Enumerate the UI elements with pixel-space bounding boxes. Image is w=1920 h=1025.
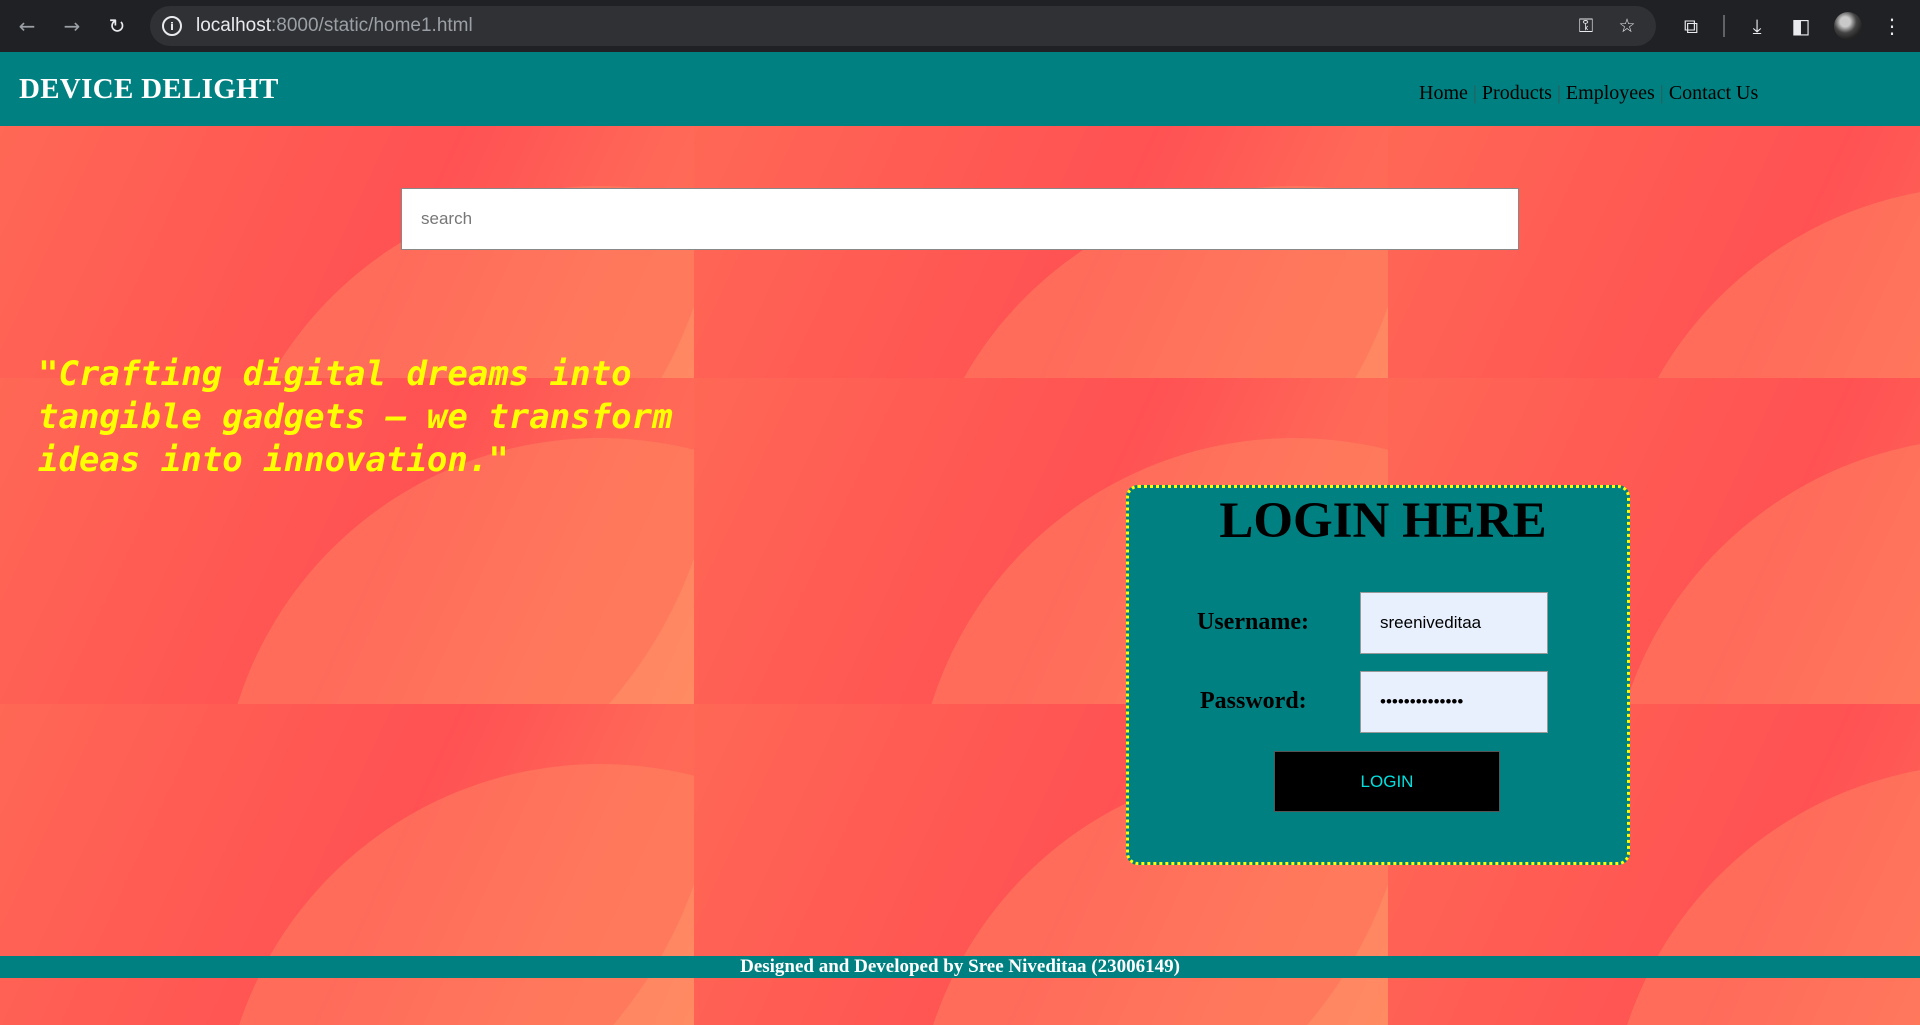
site-footer: Designed and Developed by Sree Niveditaa… (0, 956, 1920, 978)
site-header: DEVICE DELIGHT Home | Products | Employe… (0, 52, 1920, 126)
nav-products-link[interactable]: Products (1482, 82, 1552, 105)
password-field[interactable] (1360, 671, 1548, 733)
info-icon[interactable]: i (162, 16, 182, 36)
nav-separator: | (1556, 82, 1561, 104)
key-icon[interactable]: ⚿ (1574, 14, 1598, 38)
password-label: Password: (1200, 688, 1307, 714)
forward-button[interactable]: → (50, 4, 94, 48)
puzzle-icon[interactable]: ⧉ (1677, 12, 1705, 40)
main-nav: Home | Products | Employees | Contact Us (1419, 82, 1758, 105)
star-icon[interactable]: ☆ (1615, 14, 1639, 38)
nav-separator: | (1472, 82, 1477, 104)
login-button[interactable]: LOGIN (1274, 751, 1500, 812)
brand-title: DEVICE DELIGHT (19, 73, 279, 105)
download-icon[interactable]: ⤓ (1743, 12, 1771, 40)
nav-employees-link[interactable]: Employees (1566, 82, 1655, 105)
browser-toolbar: ← → ↻ i localhost:8000/static/home1.html… (0, 0, 1920, 52)
kebab-menu-icon[interactable]: ⋮ (1878, 12, 1906, 40)
url-text[interactable]: localhost:8000/static/home1.html (196, 15, 473, 37)
profile-avatar[interactable] (1834, 12, 1862, 40)
login-title: LOGIN HERE (1219, 493, 1547, 549)
back-button[interactable]: ← (5, 4, 49, 48)
nav-home-link[interactable]: Home (1419, 82, 1468, 105)
arrow-left-icon: ← (18, 14, 36, 38)
search-input[interactable] (401, 188, 1519, 250)
side-panel-icon[interactable]: ◧ (1787, 12, 1815, 40)
toolbar-divider (1723, 15, 1725, 37)
reload-button[interactable]: ↻ (95, 4, 139, 48)
tagline-quote: "Crafting digital dreams into tangible g… (38, 354, 673, 480)
nav-contact-link[interactable]: Contact Us (1669, 82, 1758, 105)
reload-icon: ↻ (108, 14, 126, 38)
nav-separator: | (1659, 82, 1664, 104)
arrow-right-icon: → (63, 14, 81, 38)
address-bar[interactable]: i localhost:8000/static/home1.html ⚿ ☆ (150, 6, 1656, 46)
login-panel: LOGIN HERE Username: Password: LOGIN (1126, 485, 1630, 865)
username-field[interactable] (1360, 592, 1548, 654)
username-label: Username: (1197, 609, 1309, 635)
